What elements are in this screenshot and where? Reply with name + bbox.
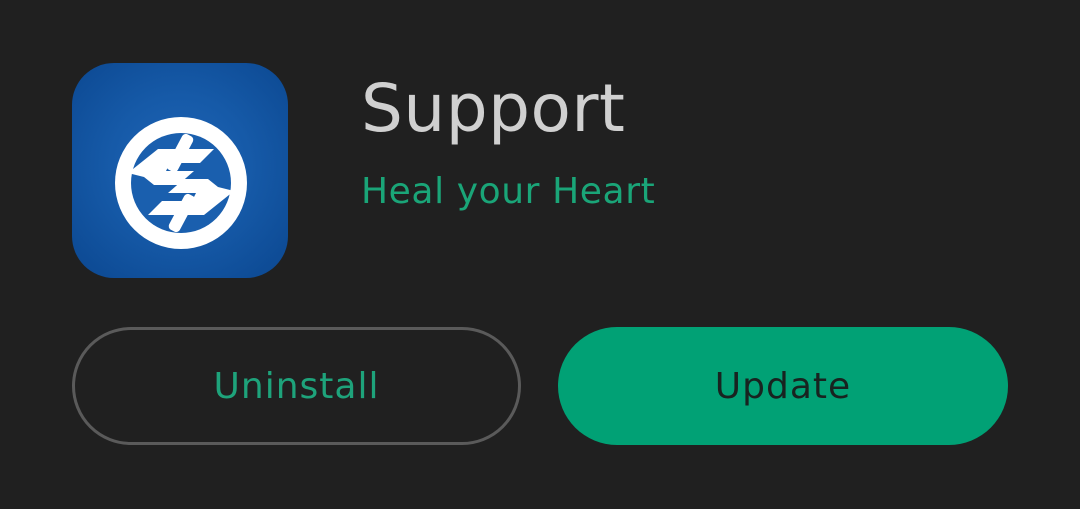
app-title: Support bbox=[361, 70, 626, 147]
uninstall-button-label: Uninstall bbox=[213, 365, 380, 407]
update-button-label: Update bbox=[714, 365, 852, 407]
uninstall-button[interactable]: Uninstall bbox=[72, 327, 521, 445]
app-icon bbox=[72, 63, 288, 278]
app-subtitle[interactable]: Heal your Heart bbox=[361, 169, 655, 215]
app-header: Support Heal your Heart bbox=[72, 63, 1032, 279]
update-button[interactable]: Update bbox=[558, 327, 1008, 445]
support-hands-logo-icon bbox=[115, 117, 247, 249]
